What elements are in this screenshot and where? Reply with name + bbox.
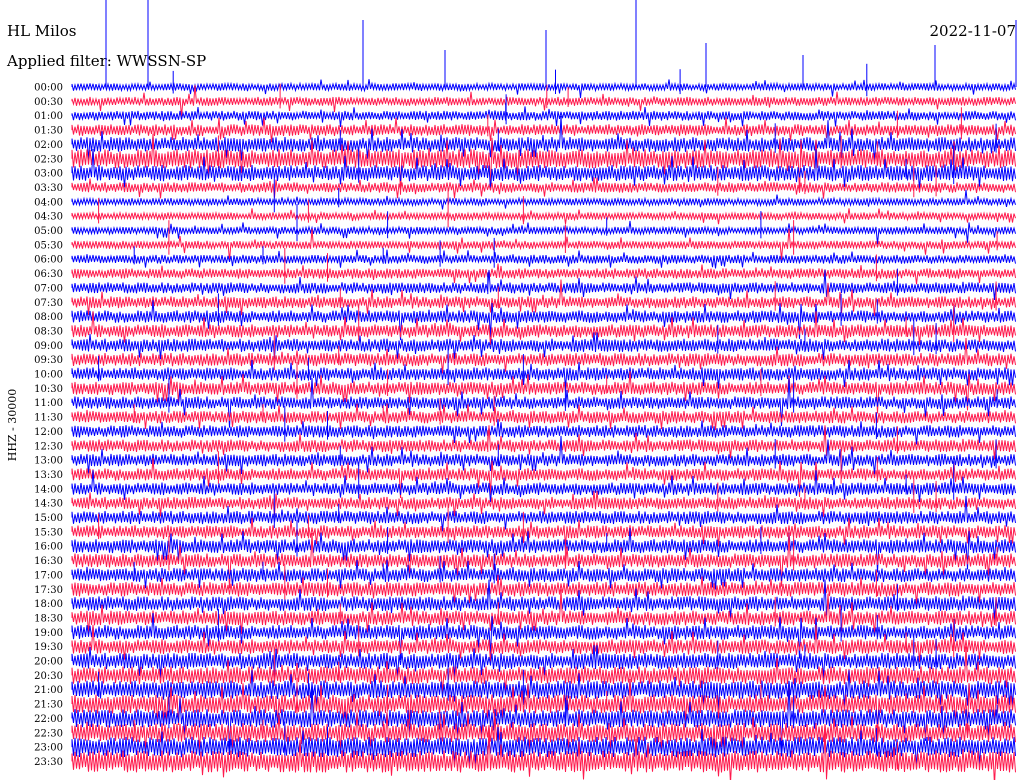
time-label: 14:30 bbox=[34, 499, 63, 510]
time-label: 15:00 bbox=[34, 513, 63, 524]
time-label: 06:00 bbox=[34, 255, 63, 266]
time-label: 22:00 bbox=[34, 714, 63, 725]
time-label: 16:00 bbox=[34, 542, 63, 553]
time-label: 01:00 bbox=[34, 111, 63, 122]
station-title: HL Milos bbox=[7, 22, 77, 40]
trace-row bbox=[71, 228, 1016, 262]
time-label: 19:00 bbox=[34, 628, 63, 639]
time-label: 22:30 bbox=[34, 728, 63, 739]
time-label: 04:30 bbox=[34, 212, 63, 223]
time-label: 09:00 bbox=[34, 341, 63, 352]
time-label: 05:00 bbox=[34, 226, 63, 237]
time-label: 05:30 bbox=[34, 240, 63, 251]
time-label: 20:30 bbox=[34, 671, 63, 682]
time-label: 00:30 bbox=[34, 97, 63, 108]
time-label: 20:00 bbox=[34, 657, 63, 668]
time-label: 10:30 bbox=[34, 384, 63, 395]
trace-row bbox=[71, 177, 1016, 199]
trace-row bbox=[71, 220, 1016, 245]
time-label: 13:00 bbox=[34, 456, 63, 467]
time-label: 02:30 bbox=[34, 154, 63, 165]
time-label: 19:30 bbox=[34, 642, 63, 653]
date-label: 2022-11-07 bbox=[930, 22, 1016, 40]
time-label: 06:30 bbox=[34, 269, 63, 280]
time-label: 17:00 bbox=[34, 570, 63, 581]
time-label: 01:30 bbox=[34, 126, 63, 137]
time-label: 13:30 bbox=[34, 470, 63, 481]
time-label: 07:30 bbox=[34, 298, 63, 309]
time-label: 08:00 bbox=[34, 312, 63, 323]
time-label: 21:00 bbox=[34, 685, 63, 696]
time-label: 11:30 bbox=[34, 413, 63, 424]
trace-group bbox=[71, 0, 1017, 780]
time-label: 16:30 bbox=[34, 556, 63, 567]
channel-axis-label: HHZ - 30000 bbox=[6, 389, 19, 462]
time-label: 15:30 bbox=[34, 527, 63, 538]
time-label: 18:00 bbox=[34, 599, 63, 610]
trace-row bbox=[71, 403, 1016, 431]
time-label: 23:30 bbox=[34, 757, 63, 768]
time-label: 11:00 bbox=[34, 398, 63, 409]
time-label: 03:30 bbox=[34, 183, 63, 194]
trace-row bbox=[71, 263, 1016, 285]
time-label: 17:30 bbox=[34, 585, 63, 596]
time-label: 23:00 bbox=[34, 743, 63, 754]
time-label: 10:00 bbox=[34, 370, 63, 381]
time-label: 03:00 bbox=[34, 169, 63, 180]
time-label-group: 00:00 00:30 01:00 01:30 02:00 02:30 03:00 03:30… bbox=[34, 83, 63, 768]
time-label: 08:30 bbox=[34, 326, 63, 337]
time-label: 07:00 bbox=[34, 283, 63, 294]
time-label: 00:00 bbox=[34, 83, 63, 94]
trace-row bbox=[71, 79, 1016, 98]
helicorder-plot: HL Milos 2022-11-07 Applied filter: WWSS… bbox=[6, 0, 1017, 780]
time-label: 18:30 bbox=[34, 613, 63, 624]
time-label: 21:30 bbox=[34, 700, 63, 711]
trace-row bbox=[71, 208, 1016, 225]
time-label: 12:00 bbox=[34, 427, 63, 438]
time-label: 09:30 bbox=[34, 355, 63, 366]
trace-row bbox=[71, 249, 1016, 269]
time-label: 14:00 bbox=[34, 484, 63, 495]
trace-row bbox=[71, 106, 1016, 128]
time-label: 04:00 bbox=[34, 197, 63, 208]
time-label: 12:30 bbox=[34, 441, 63, 452]
time-label: 02:00 bbox=[34, 140, 63, 151]
